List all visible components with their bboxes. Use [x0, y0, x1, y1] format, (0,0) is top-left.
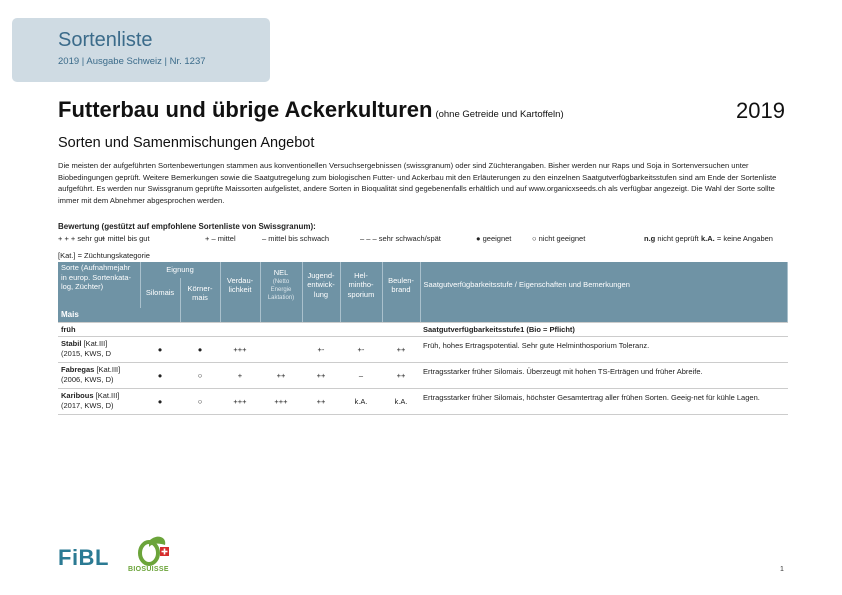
cell-silomais: ●	[140, 362, 180, 389]
cell-jugend: ++	[302, 388, 340, 415]
col-header-jugend: Jugend-entwick-lung	[302, 262, 341, 308]
cell-jugend: ++	[302, 362, 340, 389]
cell-koernermais: ○	[180, 362, 220, 389]
header-title: Sortenliste	[58, 29, 153, 51]
legend-title: Bewertung (gestützt auf empfohlene Sorte…	[58, 222, 316, 231]
cell-beulen: ++	[382, 362, 420, 389]
cell-bemerkung: Früh, hohes Ertragspotential. Sehr gute …	[420, 336, 788, 363]
col-header-koernermais: Körner-mais	[180, 278, 221, 308]
intro-paragraph: Die meisten der aufgeführten Sortenbewer…	[58, 161, 777, 205]
legend-item: n.g nicht geprüft	[644, 234, 699, 243]
cell-koernermais: ○	[180, 388, 220, 415]
cell-nel: +++	[260, 388, 302, 415]
col-header-verdau: Verdau-lichkeit	[220, 262, 261, 308]
col-header-silomais: Silomais	[140, 278, 181, 308]
col-header-eignung: Eignung	[140, 262, 221, 278]
legend-item: k.A. = keine Angaben	[701, 234, 773, 243]
fibl-logo: FiBL	[58, 545, 109, 570]
table-row: Fabregas [Kat.III] (2006, KWS, D) ● ○ + +…	[58, 362, 788, 389]
subgroup-note: Saatgutverfügbarkeitsstufe1 (Bio = Pflic…	[420, 322, 788, 337]
cell-nel	[260, 336, 302, 363]
legend-item: + – mittel	[205, 234, 236, 243]
cell-silomais: ●	[140, 388, 180, 415]
page-year: 2019	[736, 98, 785, 123]
col-header-sorte: Sorte (Aufnahmejahr in europ. Sortenkata…	[58, 262, 141, 308]
cell-jugend: +-	[302, 336, 340, 363]
legend-item: ● geeignet	[476, 234, 512, 243]
legend-item: – mittel bis schwach	[262, 234, 330, 243]
cell-verdau: +++	[220, 388, 260, 415]
page-number: 1	[780, 566, 784, 573]
col-header-beulen: Beulen-brand	[382, 262, 421, 308]
header-subtitle: 2019 | Ausgabe Schweiz | Nr. 1237	[58, 56, 206, 67]
cell-helm: +-	[340, 336, 382, 363]
page-subtitle: Sorten und Samenmischungen Angebot	[58, 135, 315, 151]
legend-item: ○ nicht geeignet	[532, 234, 586, 243]
biosuisse-logo: BIOSUISSE	[128, 566, 169, 573]
kat-note: [Kat.] = Züchtungskategorie	[58, 251, 150, 260]
col-header-nel: NEL (Netto Energie Laktation)	[260, 262, 303, 308]
cell-nel: ++	[260, 362, 302, 389]
cell-koernermais: ●	[180, 336, 220, 363]
legend-item: + mittel bis gut	[101, 234, 150, 243]
variety-table: Sorte (Aufnahmejahr in europ. Sortenkata…	[58, 262, 788, 415]
col-header-helm: Hel-mintho-sporium	[340, 262, 383, 308]
variety-cell: Stabil [Kat.III] (2015, KWS, D	[58, 336, 140, 363]
table-row: Karibous [Kat.III] (2017, KWS, D) ● ○ +++…	[58, 388, 788, 415]
cell-beulen: ++	[382, 336, 420, 363]
cell-silomais: ●	[140, 336, 180, 363]
cell-helm: k.A.	[340, 388, 382, 415]
legend-ka: k.A.	[701, 234, 715, 243]
subgroup-frueh: früh	[58, 322, 140, 337]
legend-ng: n.g	[644, 234, 656, 243]
header-box: Sortenliste 2019 | Ausgabe Schweiz | Nr.…	[12, 18, 270, 82]
page-title: Futterbau und übrige Ackerkulturen (ohne …	[58, 97, 564, 123]
col-header-saatgut: Saatgutverfügbarkeitsstufe / Eigenschaft…	[420, 262, 788, 308]
group-row-mais: Mais	[58, 308, 140, 323]
page-title-main: Futterbau und übrige Ackerkulturen	[58, 97, 433, 122]
cell-bemerkung: Ertragsstarker früher Silomais, höchster…	[420, 388, 788, 415]
cell-helm: –	[340, 362, 382, 389]
legend-item: + + + sehr gut	[58, 234, 105, 243]
cell-beulen: k.A.	[382, 388, 420, 415]
variety-cell: Karibous [Kat.III] (2017, KWS, D)	[58, 388, 140, 415]
cell-verdau: +	[220, 362, 260, 389]
cell-verdau: +++	[220, 336, 260, 363]
table-row: Stabil [Kat.III] (2015, KWS, D ● ● +++ +-…	[58, 336, 788, 363]
page-title-paren: (ohne Getreide und Kartoffeln)	[435, 109, 564, 120]
legend-item: – – – sehr schwach/spät	[360, 234, 441, 243]
cell-bemerkung: Ertragsstarker früher Silomais. Überzeug…	[420, 362, 788, 389]
variety-cell: Fabregas [Kat.III] (2006, KWS, D)	[58, 362, 140, 389]
